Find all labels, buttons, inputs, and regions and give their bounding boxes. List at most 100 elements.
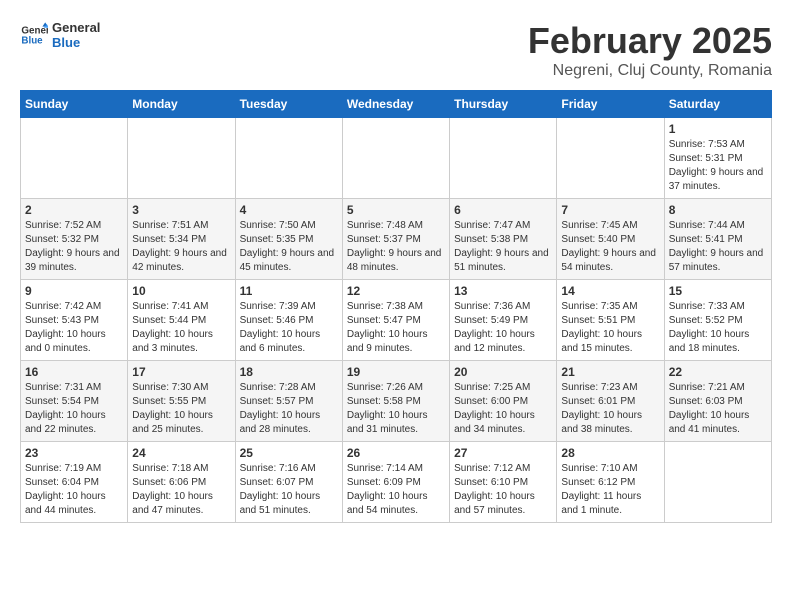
calendar-cell: 18Sunrise: 7:28 AM Sunset: 5:57 PM Dayli…: [235, 361, 342, 442]
logo-text-general: General: [52, 20, 100, 35]
day-number: 4: [240, 203, 338, 217]
day-info: Sunrise: 7:36 AM Sunset: 5:49 PM Dayligh…: [454, 300, 552, 356]
title-section: February 2025 Negreni, Cluj County, Roma…: [528, 20, 772, 80]
calendar-cell: 9 Sunrise: 7:42 AM Sunset: 5:43 PM Daylig…: [21, 280, 128, 361]
day-number: 28: [561, 446, 659, 460]
calendar-table: SundayMondayTuesdayWednesdayThursdayFrid…: [20, 90, 772, 523]
calendar-cell: [664, 442, 771, 523]
day-number: 16: [25, 365, 123, 379]
day-info: Sunrise: 7:35 AM Sunset: 5:51 PM Dayligh…: [561, 300, 659, 356]
day-info: Sunrise: 7:10 AM Sunset: 6:12 PM Dayligh…: [561, 462, 659, 518]
calendar-cell: 16 Sunrise: 7:31 AM Sunset: 5:54 PM Dayli…: [21, 361, 128, 442]
calendar-cell: 15 Sunrise: 7:33 AM Sunset: 5:52 PM Dayli…: [664, 280, 771, 361]
day-number: 15: [669, 284, 767, 298]
day-number: 9: [25, 284, 123, 298]
calendar-cell: 22 Sunrise: 7:21 AM Sunset: 6:03 PM Dayli…: [664, 361, 771, 442]
day-number: 6: [454, 203, 552, 217]
day-number: 27: [454, 446, 552, 460]
day-number: 13: [454, 284, 552, 298]
day-number: 17: [132, 365, 230, 379]
day-info: Sunrise: 7:16 AM Sunset: 6:07 PM Dayligh…: [240, 462, 338, 518]
calendar-cell: 11 Sunrise: 7:39 AM Sunset: 5:46 PM Dayli…: [235, 280, 342, 361]
calendar-cell: 21 Sunrise: 7:23 AM Sunset: 6:01 PM Dayli…: [557, 361, 664, 442]
day-info: Sunrise: 7:31 AM Sunset: 5:54 PM Dayligh…: [25, 381, 123, 437]
calendar-cell: [342, 118, 449, 199]
calendar-cell: 28 Sunrise: 7:10 AM Sunset: 6:12 PM Dayli…: [557, 442, 664, 523]
calendar-cell: 2 Sunrise: 7:52 AM Sunset: 5:32 PM Daylig…: [21, 199, 128, 280]
calendar-header-tuesday: Tuesday: [235, 91, 342, 118]
day-info: Sunrise: 7:47 AM Sunset: 5:38 PM Dayligh…: [454, 219, 552, 275]
day-info: Sunrise: 7:25 AM Sunset: 6:00 PM Dayligh…: [454, 381, 552, 437]
day-number: 20: [454, 365, 552, 379]
calendar-header-saturday: Saturday: [664, 91, 771, 118]
day-info: Sunrise: 7:21 AM Sunset: 6:03 PM Dayligh…: [669, 381, 767, 437]
calendar-cell: 3 Sunrise: 7:51 AM Sunset: 5:34 PM Daylig…: [128, 199, 235, 280]
day-info: Sunrise: 7:30 AM Sunset: 5:55 PM Dayligh…: [132, 381, 230, 437]
day-number: 1: [669, 122, 767, 136]
calendar-cell: 24 Sunrise: 7:18 AM Sunset: 6:06 PM Dayli…: [128, 442, 235, 523]
logo: General Blue General Blue: [20, 20, 100, 50]
day-number: 23: [25, 446, 123, 460]
calendar-cell: 20 Sunrise: 7:25 AM Sunset: 6:00 PM Dayli…: [450, 361, 557, 442]
calendar-header-thursday: Thursday: [450, 91, 557, 118]
calendar-cell: [235, 118, 342, 199]
calendar-cell: [128, 118, 235, 199]
calendar-cell: [557, 118, 664, 199]
svg-text:Blue: Blue: [21, 35, 43, 46]
day-number: 14: [561, 284, 659, 298]
day-info: Sunrise: 7:39 AM Sunset: 5:46 PM Dayligh…: [240, 300, 338, 356]
day-info: Sunrise: 7:41 AM Sunset: 5:44 PM Dayligh…: [132, 300, 230, 356]
day-info: Sunrise: 7:18 AM Sunset: 6:06 PM Dayligh…: [132, 462, 230, 518]
day-number: 10: [132, 284, 230, 298]
calendar-cell: 7 Sunrise: 7:45 AM Sunset: 5:40 PM Daylig…: [557, 199, 664, 280]
day-number: 2: [25, 203, 123, 217]
calendar-week-row: 2 Sunrise: 7:52 AM Sunset: 5:32 PM Daylig…: [21, 199, 772, 280]
page-header: General Blue General Blue February 2025 …: [20, 20, 772, 80]
calendar-week-row: 1 Sunrise: 7:53 AM Sunset: 5:31 PM Daylig…: [21, 118, 772, 199]
day-number: 22: [669, 365, 767, 379]
day-info: Sunrise: 7:45 AM Sunset: 5:40 PM Dayligh…: [561, 219, 659, 275]
day-info: Sunrise: 7:19 AM Sunset: 6:04 PM Dayligh…: [25, 462, 123, 518]
calendar-cell: 17 Sunrise: 7:30 AM Sunset: 5:55 PM Dayli…: [128, 361, 235, 442]
calendar-cell: 14 Sunrise: 7:35 AM Sunset: 5:51 PM Dayli…: [557, 280, 664, 361]
day-number: 25: [240, 446, 338, 460]
day-number: 7: [561, 203, 659, 217]
day-number: 24: [132, 446, 230, 460]
page-title: February 2025: [528, 20, 772, 62]
calendar-cell: 12 Sunrise: 7:38 AM Sunset: 5:47 PM Dayli…: [342, 280, 449, 361]
day-info: Sunrise: 7:48 AM Sunset: 5:37 PM Dayligh…: [347, 219, 445, 275]
logo-text-blue: Blue: [52, 35, 100, 50]
day-info: Sunrise: 7:14 AM Sunset: 6:09 PM Dayligh…: [347, 462, 445, 518]
day-info: Sunrise: 7:44 AM Sunset: 5:41 PM Dayligh…: [669, 219, 767, 275]
day-info: Sunrise: 7:33 AM Sunset: 5:52 PM Dayligh…: [669, 300, 767, 356]
day-number: 3: [132, 203, 230, 217]
calendar-cell: 4 Sunrise: 7:50 AM Sunset: 5:35 PM Daylig…: [235, 199, 342, 280]
calendar-cell: 6 Sunrise: 7:47 AM Sunset: 5:38 PM Daylig…: [450, 199, 557, 280]
day-info: Sunrise: 7:12 AM Sunset: 6:10 PM Dayligh…: [454, 462, 552, 518]
calendar-header-wednesday: Wednesday: [342, 91, 449, 118]
calendar-header-monday: Monday: [128, 91, 235, 118]
day-info: Sunrise: 7:50 AM Sunset: 5:35 PM Dayligh…: [240, 219, 338, 275]
day-number: 11: [240, 284, 338, 298]
calendar-header-friday: Friday: [557, 91, 664, 118]
day-info: Sunrise: 7:52 AM Sunset: 5:32 PM Dayligh…: [25, 219, 123, 275]
day-info: Sunrise: 7:42 AM Sunset: 5:43 PM Dayligh…: [25, 300, 123, 356]
calendar-week-row: 16 Sunrise: 7:31 AM Sunset: 5:54 PM Dayli…: [21, 361, 772, 442]
day-info: Sunrise: 7:23 AM Sunset: 6:01 PM Dayligh…: [561, 381, 659, 437]
day-number: 12: [347, 284, 445, 298]
calendar-cell: 25 Sunrise: 7:16 AM Sunset: 6:07 PM Dayli…: [235, 442, 342, 523]
calendar-cell: 8Sunrise: 7:44 AM Sunset: 5:41 PM Daylig…: [664, 199, 771, 280]
day-info: Sunrise: 7:53 AM Sunset: 5:31 PM Dayligh…: [669, 138, 767, 194]
calendar-cell: [21, 118, 128, 199]
day-number: 21: [561, 365, 659, 379]
calendar-cell: 13 Sunrise: 7:36 AM Sunset: 5:49 PM Dayli…: [450, 280, 557, 361]
day-info: Sunrise: 7:51 AM Sunset: 5:34 PM Dayligh…: [132, 219, 230, 275]
day-info: Sunrise: 7:26 AM Sunset: 5:58 PM Dayligh…: [347, 381, 445, 437]
day-info: Sunrise: 7:28 AM Sunset: 5:57 PM Dayligh…: [240, 381, 338, 437]
calendar-cell: 1 Sunrise: 7:53 AM Sunset: 5:31 PM Daylig…: [664, 118, 771, 199]
day-info: Sunrise: 7:38 AM Sunset: 5:47 PM Dayligh…: [347, 300, 445, 356]
day-number: 19: [347, 365, 445, 379]
calendar-cell: 27 Sunrise: 7:12 AM Sunset: 6:10 PM Dayli…: [450, 442, 557, 523]
calendar-header-sunday: Sunday: [21, 91, 128, 118]
day-number: 5: [347, 203, 445, 217]
